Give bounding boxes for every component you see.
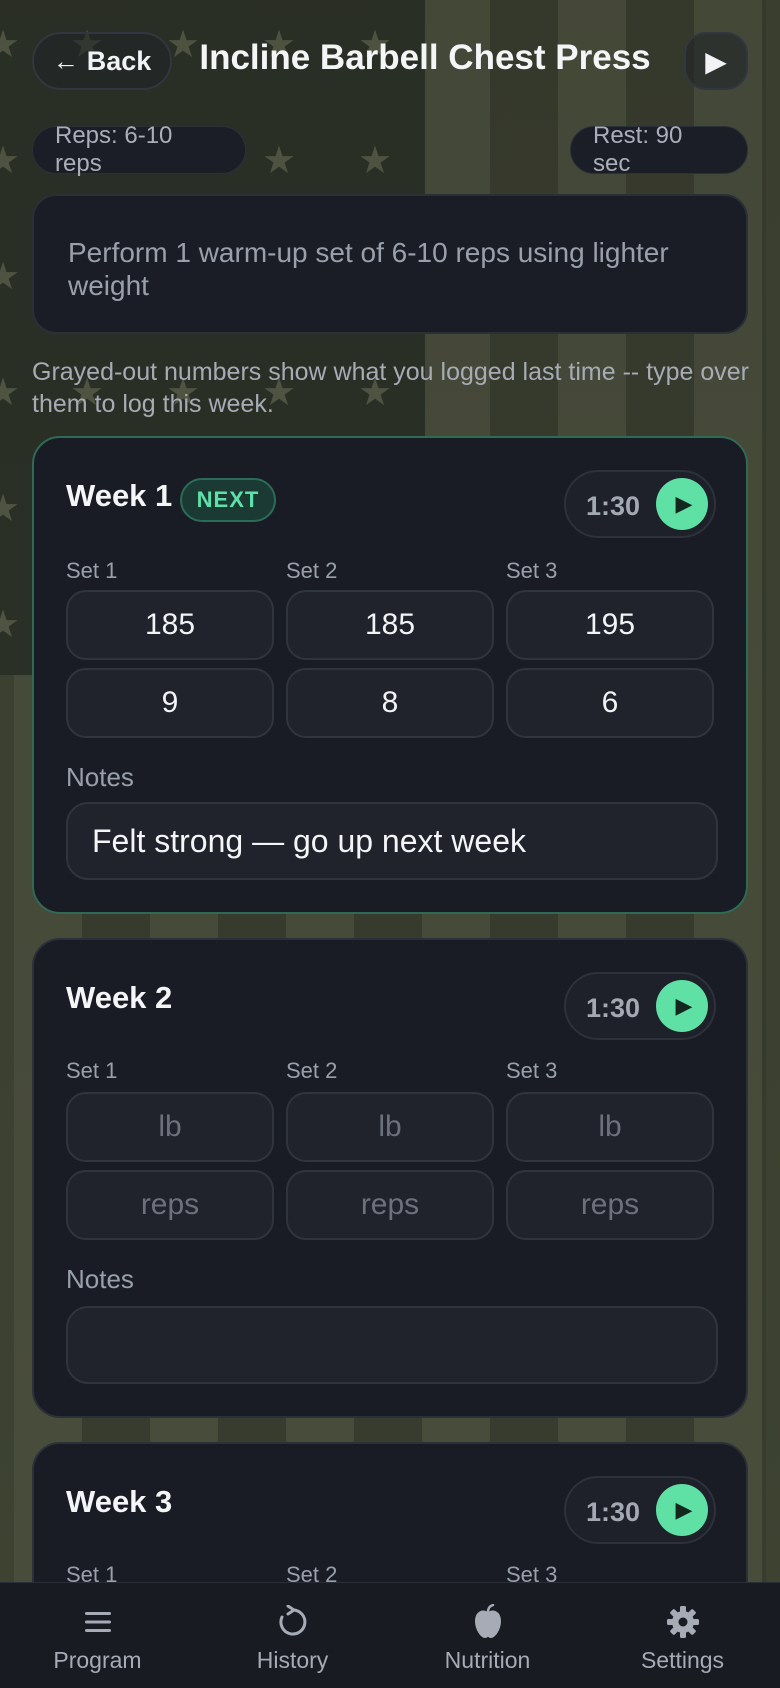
set-label: Set 1 [66,558,118,583]
rest-timer[interactable]: 1:30 ▶ [564,470,716,538]
nav-label: Program [53,1647,142,1673]
timer-label: 1:30 [586,491,641,521]
week-card-1: Week 1 NEXT 1:30 ▶ Set 1 Set 2 Set 3 185… [32,436,748,914]
nav-nutrition[interactable]: Nutrition [390,1583,585,1688]
week-title: Week 1 [66,478,173,513]
hint-text: Grayed-out numbers show what you logged … [32,358,750,418]
back-button[interactable]: ← Back [32,32,172,90]
arrow-left-icon: ← [52,45,79,76]
weight-input[interactable]: lb [286,1092,494,1162]
reps-chip: Reps: 6-10 reps [32,122,246,177]
nav-program[interactable]: Program [0,1583,195,1688]
play-icon: ▶ [705,45,727,77]
play-icon: ▶ [675,491,693,516]
set-label: Set 2 [286,1058,338,1083]
reps-input[interactable]: 8 [286,668,494,738]
rest-timer[interactable]: 1:30 ▶ [564,1476,716,1544]
nutrition-icon [390,1603,585,1641]
bottom-nav: Program History Nutrition Settings [0,1582,780,1688]
set-label: Set 3 [506,558,558,583]
gear-icon [585,1603,780,1641]
rest-chip: Rest: 90 sec [570,122,748,177]
instruction-box: Perform 1 warm-up set of 6-10 reps using… [32,194,748,334]
notes-value: Felt strong — go up next week [92,822,526,859]
notes-label: Notes [66,1264,134,1294]
reps-input[interactable]: reps [66,1170,274,1240]
app-root: ← Back Incline Barbell Chest Press ▶ Rep… [0,0,780,1688]
timer-label: 1:30 [586,993,641,1023]
next-badge: NEXT [180,478,276,522]
play-video-button[interactable]: ▶ [684,32,748,90]
week-title: Week 2 [66,980,173,1015]
rest-timer[interactable]: 1:30 ▶ [564,972,716,1040]
instruction-text: Perform 1 warm-up set of 6-10 reps using… [68,237,669,301]
history-icon [195,1603,390,1641]
timer-play-button[interactable]: ▶ [656,980,708,1032]
set-label: Set 3 [506,1058,558,1083]
nav-history[interactable]: History [195,1583,390,1688]
nav-label: History [256,1647,329,1673]
set-label: Set 1 [66,1058,118,1083]
reps-input[interactable]: reps [506,1170,714,1240]
weight-input[interactable]: 195 [506,590,714,660]
nav-settings[interactable]: Settings [585,1583,780,1688]
timer-play-button[interactable]: ▶ [656,478,708,530]
notes-label: Notes [66,762,134,792]
weight-input[interactable]: lb [66,1092,274,1162]
nav-label: Nutrition [444,1647,531,1673]
nav-label: Settings [640,1647,725,1673]
weight-input[interactable]: 185 [286,590,494,660]
notes-input[interactable] [66,1306,718,1384]
play-icon: ▶ [675,1497,693,1522]
reps-input[interactable]: reps [286,1170,494,1240]
notes-input[interactable]: Felt strong — go up next week [66,802,718,880]
reps-input[interactable]: 6 [506,668,714,738]
reps-input[interactable]: 9 [66,668,274,738]
weight-input[interactable]: 185 [66,590,274,660]
play-icon: ▶ [675,993,693,1018]
menu-icon [0,1603,195,1641]
week-title: Week 3 [66,1484,173,1519]
back-button-label: Back [86,45,152,76]
set-label: Set 2 [286,558,338,583]
weight-input[interactable]: lb [506,1092,714,1162]
timer-label: 1:30 [586,1497,641,1527]
page-title: Incline Barbell Chest Press [199,38,651,77]
week-card-2: Week 2 1:30 ▶ Set 1 Set 2 Set 3 lb lb lb… [32,938,748,1418]
timer-play-button[interactable]: ▶ [656,1484,708,1536]
